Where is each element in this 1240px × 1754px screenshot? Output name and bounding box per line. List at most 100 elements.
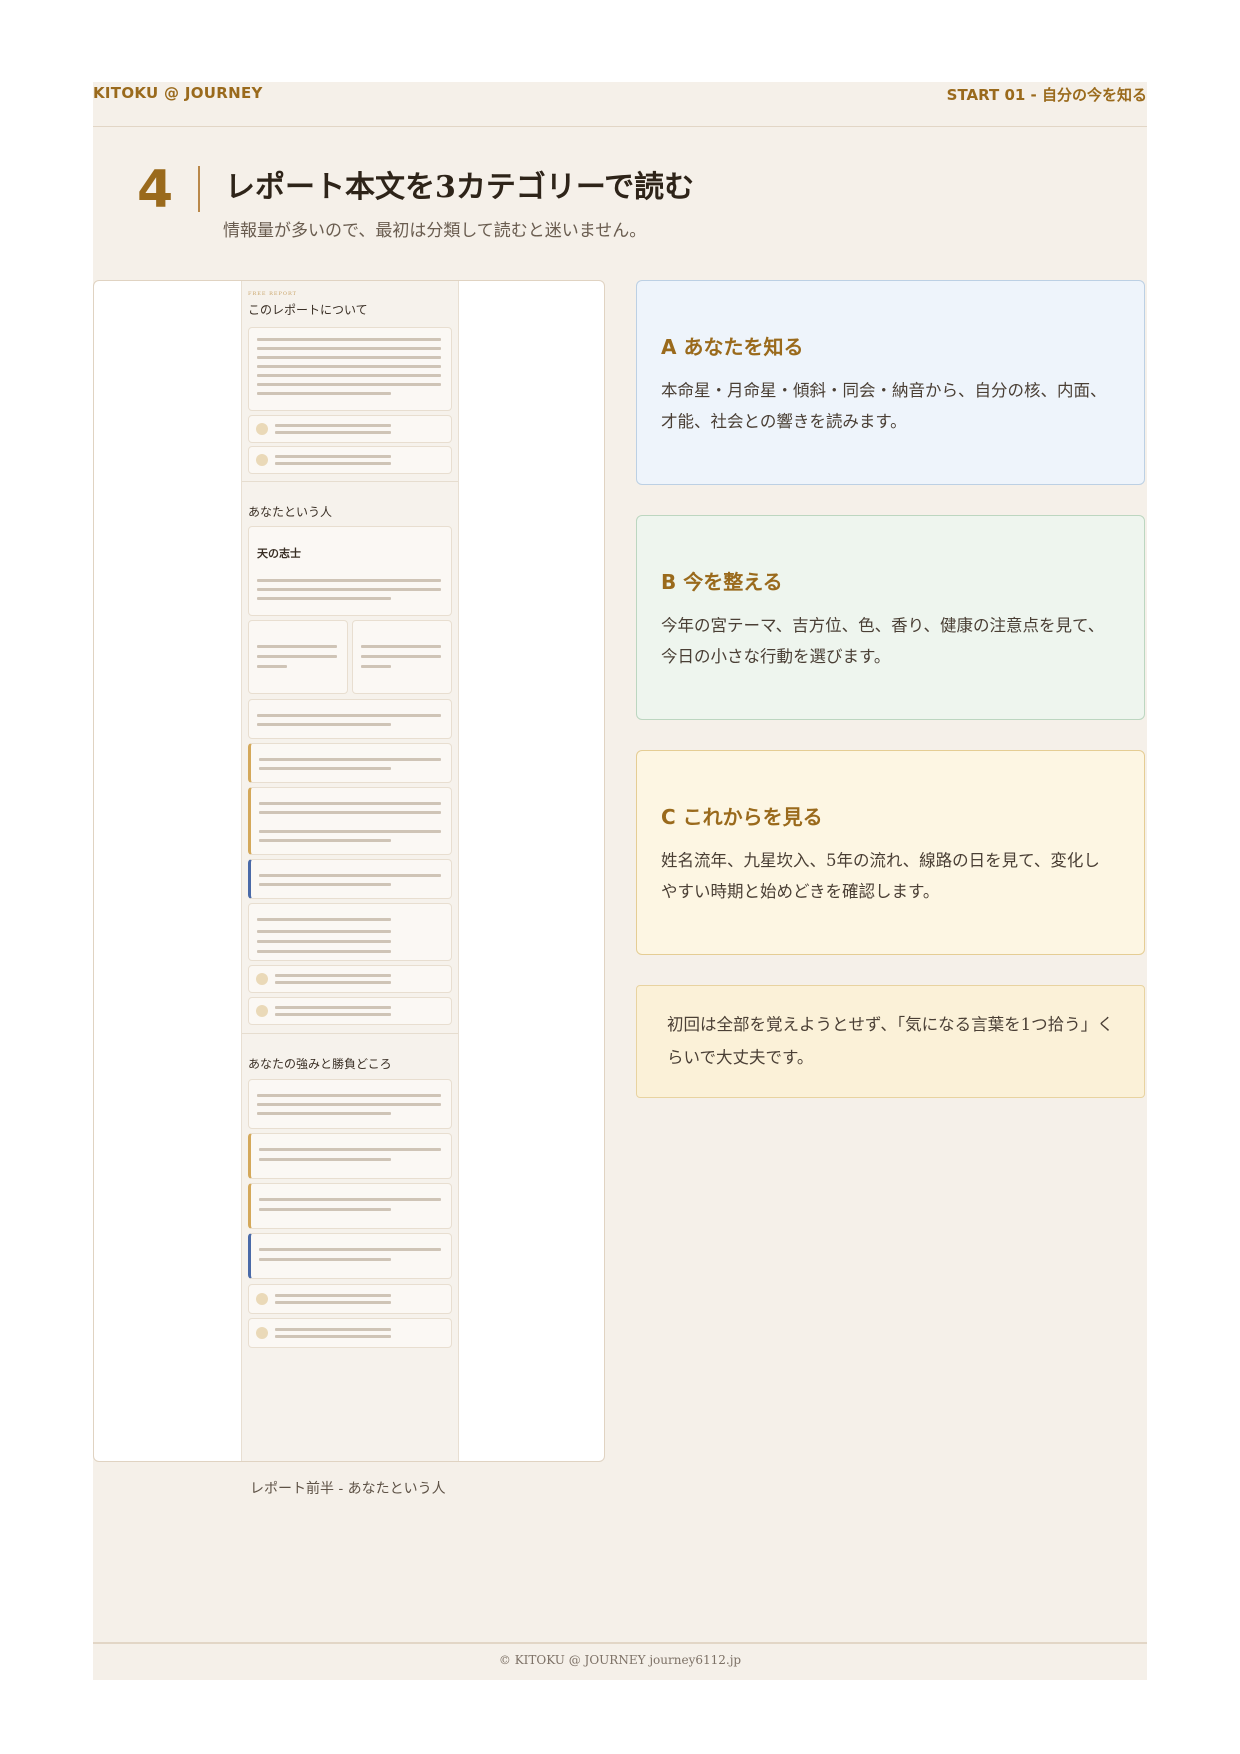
text-line bbox=[257, 1103, 441, 1106]
tip-text: 初回は全部を覚えようとせず、「気になる言葉を1つ拾う」くらいで大丈夫です。 bbox=[667, 1015, 1114, 1067]
text-line bbox=[257, 1112, 391, 1115]
text-line bbox=[257, 1094, 441, 1097]
text-line bbox=[361, 655, 441, 658]
text-line bbox=[361, 645, 441, 648]
text-line bbox=[259, 1258, 391, 1261]
text-line bbox=[259, 830, 441, 833]
text-line bbox=[257, 347, 441, 350]
report-tag: FREE REPORT bbox=[248, 291, 298, 297]
text-line bbox=[275, 424, 391, 427]
text-line bbox=[259, 883, 391, 886]
text-line bbox=[259, 802, 441, 805]
category-card-a: A あなたを知る 本命星・月命星・傾斜・同会・納音から、自分の核、内面、才能、社… bbox=[636, 280, 1145, 485]
text-line bbox=[259, 839, 391, 842]
text-line bbox=[257, 723, 391, 726]
text-line bbox=[257, 930, 391, 933]
text-line bbox=[275, 974, 391, 977]
report-heading-person: あなたという人 bbox=[248, 505, 333, 519]
briefcase-icon bbox=[256, 1293, 268, 1305]
report-blue-card bbox=[248, 859, 452, 899]
text-line bbox=[257, 579, 441, 582]
text-line bbox=[257, 665, 287, 668]
text-line bbox=[361, 665, 391, 668]
star-icon bbox=[256, 973, 268, 985]
text-line bbox=[257, 338, 441, 341]
text-line bbox=[257, 374, 441, 377]
page: KITOKU @ JOURNEY START 01 - 自分の今を知る 4 レポ… bbox=[93, 82, 1147, 1680]
category-text: 今年の宮テーマ、吉方位、色、香り、健康の注意点を見て、今日の小さな行動を選びます… bbox=[661, 616, 1105, 666]
report-text-card bbox=[248, 699, 452, 739]
category-heading: A あなたを知る bbox=[661, 335, 804, 359]
tip-note: 初回は全部を覚えようとせず、「気になる言葉を1つ拾う」くらいで大丈夫です。 bbox=[636, 985, 1145, 1098]
report-intro-card bbox=[248, 327, 452, 411]
text-line bbox=[275, 1294, 391, 1297]
text-line bbox=[275, 431, 391, 434]
text-line bbox=[257, 655, 337, 658]
category-card-b: B 今を整える 今年の宮テーマ、吉方位、色、香り、健康の注意点を見て、今日の小さ… bbox=[636, 515, 1145, 720]
text-line bbox=[257, 645, 337, 648]
report-link-card bbox=[248, 415, 452, 443]
report-link-card bbox=[248, 1318, 452, 1348]
report-heading-strengths: あなたの強みと勝負どころ bbox=[248, 1057, 392, 1071]
footer-copyright: © KITOKU @ JOURNEY journey6112.jp bbox=[498, 1653, 742, 1667]
text-line bbox=[259, 1198, 441, 1201]
text-line bbox=[257, 588, 441, 591]
report-page: FREE REPORT このレポートについて あなたという人 天の志士 あなたの… bbox=[241, 281, 459, 1461]
report-gold-card bbox=[248, 1183, 452, 1229]
page-header: KITOKU @ JOURNEY START 01 - 自分の今を知る bbox=[93, 82, 1147, 127]
star-icon bbox=[256, 423, 268, 435]
report-link-card bbox=[248, 1284, 452, 1314]
brand-label: KITOKU @ JOURNEY bbox=[93, 84, 263, 102]
report-gold-card bbox=[248, 1133, 452, 1179]
text-line bbox=[275, 1006, 391, 1009]
report-heading-about: このレポートについて bbox=[248, 303, 368, 317]
text-line bbox=[257, 918, 391, 921]
text-line bbox=[275, 455, 391, 458]
category-text: 本命星・月命星・傾斜・同会・納音から、自分の核、内面、才能、社会との響きを読みま… bbox=[661, 381, 1107, 431]
title-divider bbox=[198, 166, 200, 212]
text-line bbox=[259, 874, 441, 877]
screenshot-caption: レポート前半 - あなたという人 bbox=[250, 1481, 446, 1497]
report-words-card bbox=[248, 903, 452, 961]
report-text-card bbox=[248, 1079, 452, 1129]
text-line bbox=[257, 356, 441, 359]
text-line bbox=[257, 940, 391, 943]
page-title: レポート本文を3カテゴリーで読む bbox=[225, 170, 695, 205]
section-number: 4 bbox=[137, 160, 174, 220]
report-gold-card bbox=[248, 743, 452, 783]
report-sub-card bbox=[352, 620, 452, 694]
text-line bbox=[259, 767, 391, 770]
text-line bbox=[259, 1148, 441, 1151]
category-text: 姓名流年、九星坎入、5年の流れ、線路の日を見て、変化しやすい時期と始めどきを確認… bbox=[661, 851, 1100, 901]
text-line bbox=[275, 1301, 391, 1304]
text-line bbox=[257, 714, 441, 717]
text-line bbox=[275, 1013, 391, 1016]
chat-icon bbox=[256, 454, 268, 466]
report-screenshot: FREE REPORT このレポートについて あなたという人 天の志士 あなたの… bbox=[93, 280, 605, 1462]
text-line bbox=[259, 811, 441, 814]
text-line bbox=[257, 365, 441, 368]
report-link-card bbox=[248, 965, 452, 993]
category-card-c: C これからを見る 姓名流年、九星坎入、5年の流れ、線路の日を見て、変化しやすい… bbox=[636, 750, 1145, 955]
report-link-card bbox=[248, 997, 452, 1025]
chapter-label: START 01 - 自分の今を知る bbox=[946, 86, 1147, 104]
report-link-card bbox=[248, 446, 452, 474]
text-line bbox=[259, 1208, 391, 1211]
report-divider bbox=[242, 1033, 458, 1034]
text-line bbox=[257, 597, 391, 600]
report-star-card: 天の志士 bbox=[248, 526, 452, 616]
report-divider bbox=[242, 481, 458, 482]
text-line bbox=[259, 1158, 391, 1161]
report-gold-card bbox=[248, 787, 452, 855]
compass-icon bbox=[256, 1005, 268, 1017]
footer-divider bbox=[93, 1642, 1147, 1644]
text-line bbox=[259, 758, 441, 761]
category-heading: B 今を整える bbox=[661, 570, 783, 594]
text-line bbox=[257, 383, 441, 386]
chat-icon bbox=[256, 1327, 268, 1339]
text-line bbox=[257, 392, 391, 395]
text-line bbox=[275, 1328, 391, 1331]
category-heading: C これからを見る bbox=[661, 805, 823, 829]
report-sub-card bbox=[248, 620, 348, 694]
text-line bbox=[259, 1248, 441, 1251]
